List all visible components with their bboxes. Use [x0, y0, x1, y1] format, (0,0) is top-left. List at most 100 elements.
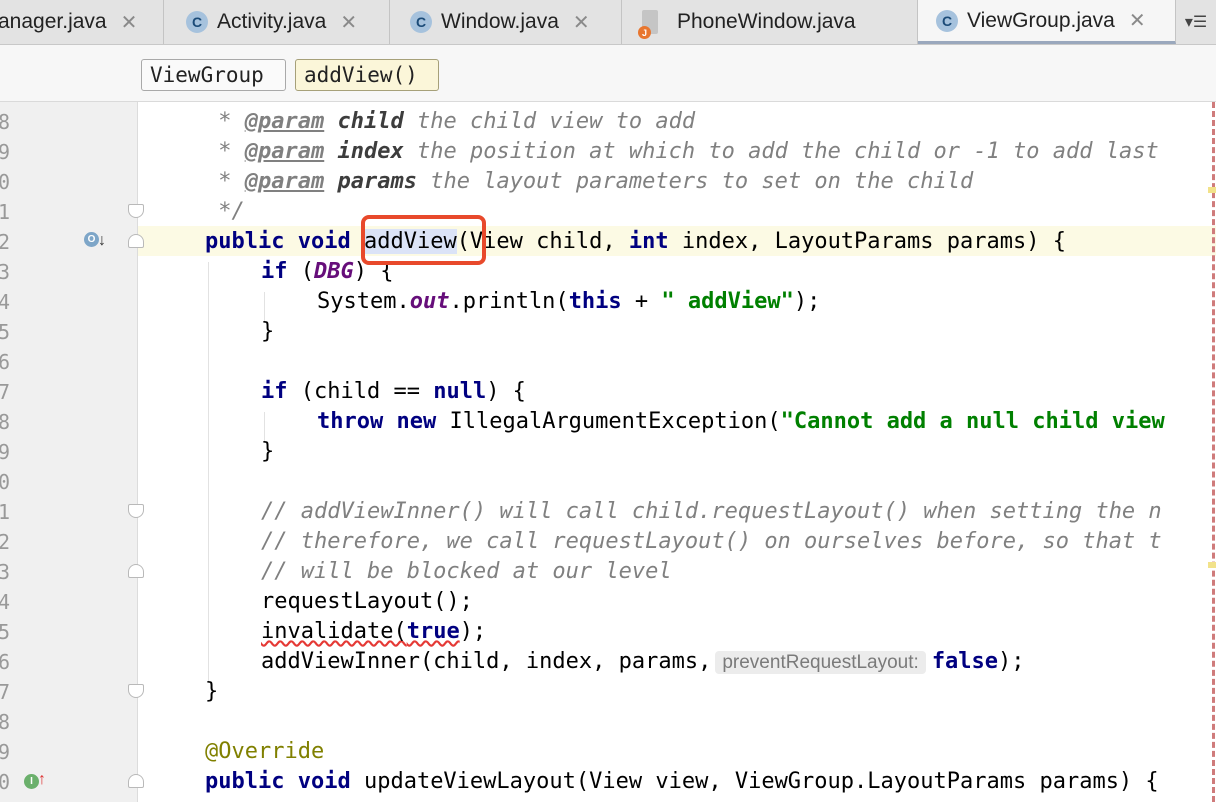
static-field: DBG	[314, 259, 354, 284]
static-field: out	[409, 289, 450, 314]
highlight-callout	[361, 215, 486, 265]
line-number: 5	[0, 320, 10, 344]
tab-label: Activity.java	[217, 10, 327, 33]
line-number: 8	[0, 710, 10, 734]
line-number: 2	[0, 230, 10, 254]
code-line: * @param child the child view to add	[205, 107, 695, 137]
javadoc-text: the layout parameters to set on the chil…	[416, 169, 974, 194]
keyword: if	[261, 259, 288, 284]
javadoc-text: the child view to add	[403, 109, 696, 134]
overridden-method-icon[interactable]: O	[84, 232, 99, 247]
line-number: 6	[0, 650, 10, 674]
keyword: public	[205, 769, 285, 794]
tab-window[interactable]: C Window.java ✕	[390, 0, 622, 44]
code-token: );	[793, 289, 821, 314]
keyword: this	[568, 289, 622, 314]
string-literal: "Cannot add a null child view	[780, 409, 1165, 434]
code-line: * @param params the layout parameters to…	[205, 167, 973, 197]
code-line: invalidate(true);	[261, 617, 486, 647]
line-number: 0	[0, 770, 10, 794]
implements-method-icon[interactable]: I	[24, 774, 39, 789]
right-margin-guide	[1212, 102, 1215, 802]
code-line: if (child == null) {	[261, 377, 526, 407]
code-token: );	[998, 649, 1025, 674]
line-number: 4	[0, 590, 10, 614]
class-icon: C	[410, 11, 432, 33]
parameter-hint: preventRequestLayout:	[715, 651, 926, 674]
class-icon: C	[936, 9, 958, 32]
fold-marker-icon[interactable]	[128, 774, 144, 788]
code-token: updateViewLayout(View view, ViewGroup.La…	[350, 769, 1159, 794]
code-token: System.	[317, 289, 410, 314]
code-token: index, LayoutParams params) {	[668, 229, 1066, 254]
code-token: .println(	[449, 289, 569, 314]
javadoc-tag: @param	[244, 169, 325, 194]
close-icon[interactable]: ✕	[340, 10, 357, 35]
fold-marker-icon[interactable]	[128, 564, 144, 578]
arrow-up-icon: ↑	[38, 771, 46, 788]
line-number: 0	[0, 470, 10, 494]
close-icon[interactable]: ✕	[573, 10, 590, 35]
fold-marker-icon[interactable]	[128, 234, 144, 248]
fold-marker-icon[interactable]	[128, 204, 144, 218]
line-number: 9	[0, 140, 10, 164]
comment-star: *	[205, 109, 245, 134]
keyword: if	[261, 379, 288, 404]
code-token: (	[287, 259, 314, 284]
line-number: 4	[0, 290, 10, 314]
line-number: 3	[0, 560, 10, 584]
tab-window-manager[interactable]: anager.java ✕	[0, 0, 164, 44]
breadcrumb-method[interactable]: addView()	[295, 59, 439, 91]
annotation: @Override	[205, 739, 325, 764]
tab-list-menu-icon[interactable]: ▾☰	[1176, 0, 1216, 44]
line-number: 1	[0, 500, 10, 524]
java-badge: J	[638, 26, 651, 39]
line-comment: // will be blocked at our level	[261, 559, 672, 584]
line-number: 2	[0, 530, 10, 554]
close-icon[interactable]: ✕	[1129, 8, 1146, 33]
fold-marker-icon[interactable]	[128, 684, 144, 698]
tab-label: anager.java	[0, 10, 107, 33]
line-number: 3	[0, 260, 10, 284]
editor-tab-bar: anager.java ✕ C Activity.java ✕ C Window…	[0, 0, 1216, 45]
line-number: 8	[0, 410, 10, 434]
close-icon[interactable]: ✕	[121, 10, 138, 35]
tab-view-group[interactable]: C ViewGroup.java ✕	[918, 0, 1176, 44]
line-number: 9	[0, 740, 10, 764]
class-icon: C	[186, 11, 208, 33]
keyword: throw	[317, 409, 384, 434]
code-line: requestLayout();	[261, 589, 473, 614]
keyword: false	[931, 649, 999, 674]
line-comment: // addViewInner() will call child.reques…	[261, 499, 1162, 524]
keyword: public	[205, 229, 285, 254]
warning-token: invalidate(	[261, 619, 407, 644]
tab-activity[interactable]: C Activity.java ✕	[164, 0, 390, 44]
code-line: throw new IllegalArgumentException("Cann…	[317, 407, 1165, 437]
tab-label: PhoneWindow.java	[677, 10, 856, 33]
line-number: 5	[0, 620, 10, 644]
code-editor[interactable]: 8 9 0 1 2 3 4 5 6 7 8 9 0 1 2 3 4 5 6 7 …	[0, 102, 1216, 802]
closing-brace: }	[261, 319, 275, 344]
closing-brace: }	[205, 679, 219, 704]
scroll-marker[interactable]	[1208, 562, 1216, 568]
fold-marker-icon[interactable]	[128, 504, 144, 518]
line-number: 6	[0, 350, 10, 374]
javadoc-text: the position at which to add the child o…	[403, 139, 1159, 164]
breadcrumb-class[interactable]: ViewGroup	[141, 59, 286, 91]
javadoc-tag: @param	[244, 109, 325, 134]
scroll-marker[interactable]	[1208, 187, 1216, 193]
code-token: +	[621, 289, 662, 314]
comment-end: */	[205, 199, 245, 224]
comment-star: *	[205, 139, 245, 164]
keyword: new	[396, 409, 437, 434]
keyword: true	[406, 619, 460, 644]
string-literal: " addView"	[661, 289, 794, 314]
method-signature-line: public void addView(View child, int inde…	[205, 227, 1066, 257]
code-line: * @param index the position at which to …	[205, 137, 1159, 167]
code-token: ) {	[486, 379, 526, 404]
tab-label: ViewGroup.java	[967, 8, 1115, 32]
line-number: 8	[0, 110, 10, 134]
tab-phone-window[interactable]: J PhoneWindow.java	[622, 0, 918, 44]
line-number: 0	[0, 170, 10, 194]
line-number: 1	[0, 200, 10, 224]
